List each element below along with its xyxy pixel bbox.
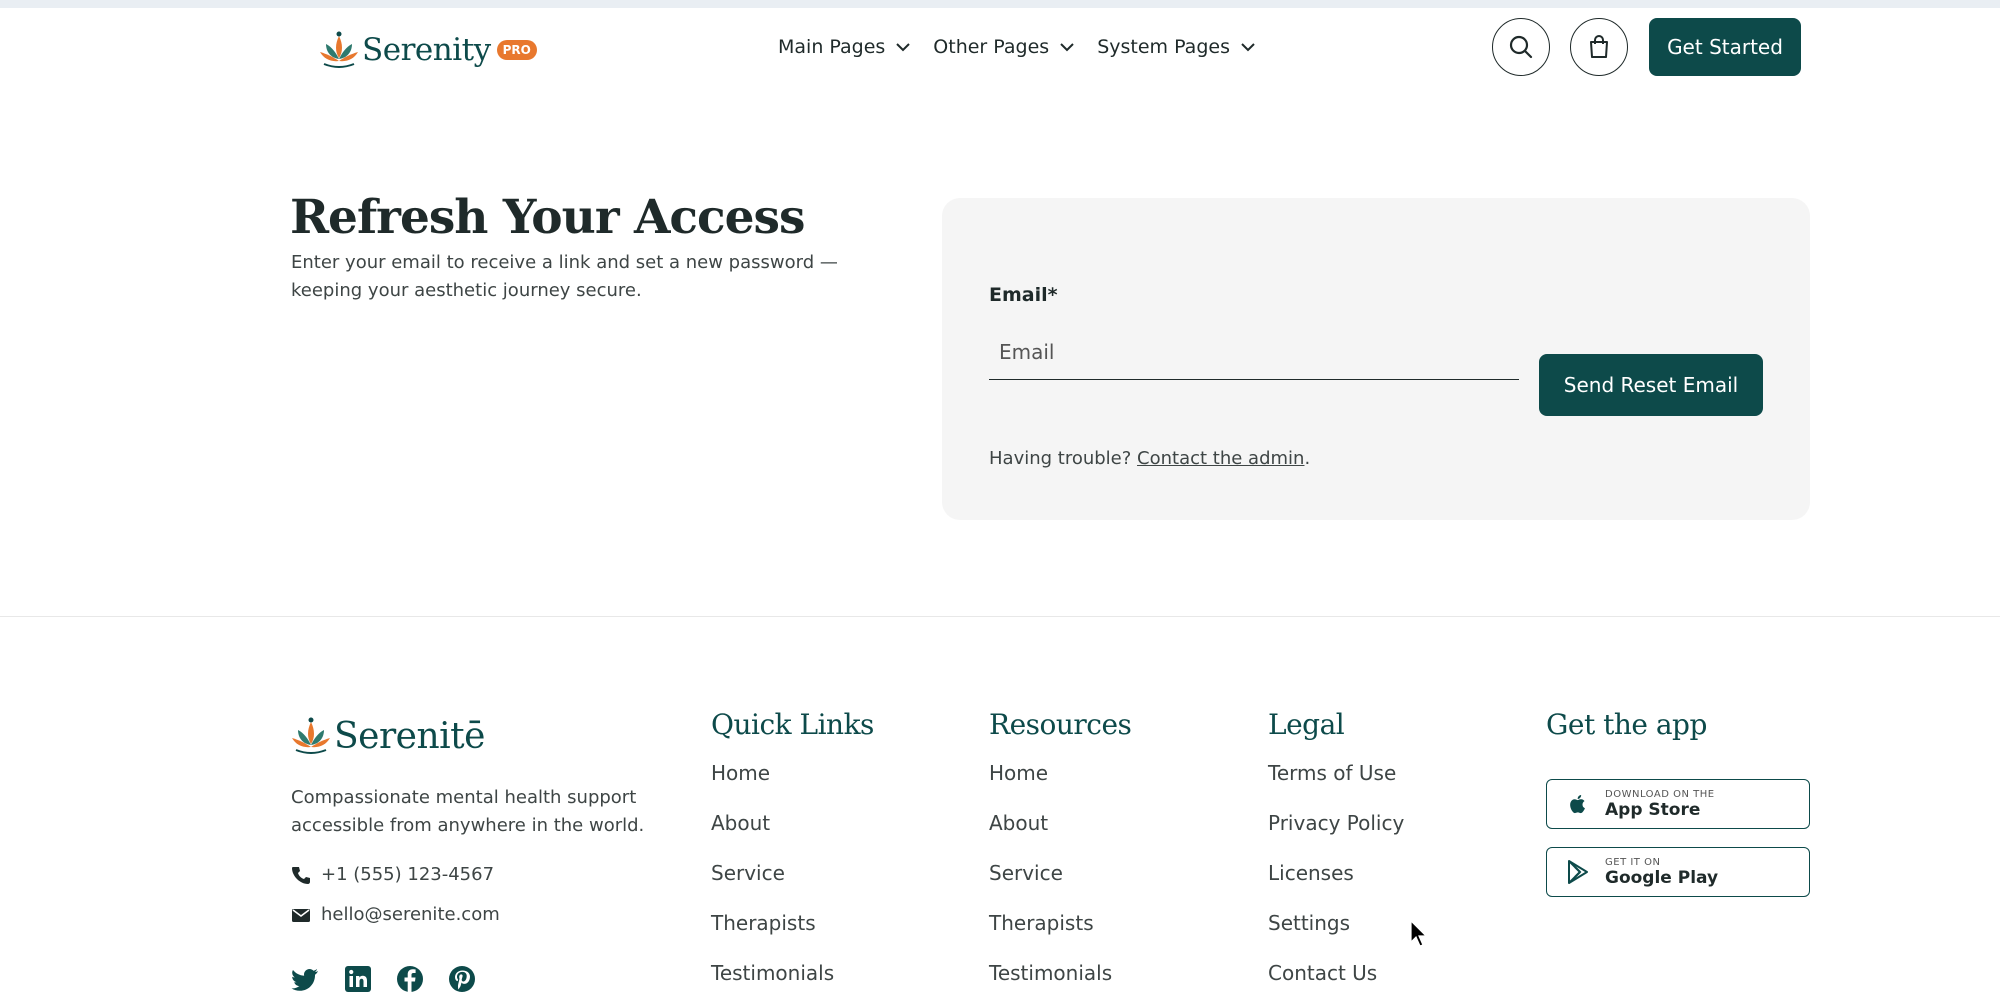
footer-logo-text: Serenitē — [334, 715, 485, 757]
app-store-small: DOWNLOAD ON THE — [1605, 788, 1715, 800]
site-header: Serenity PRO Main Pages Other Pages Syst… — [0, 8, 2000, 86]
footer-link[interactable]: Service — [989, 855, 1131, 905]
linkedin-icon[interactable] — [343, 964, 373, 994]
footer-link[interactable]: Privacy Policy — [1268, 805, 1404, 855]
chevron-down-icon — [1060, 43, 1074, 52]
apple-icon — [1570, 795, 1585, 814]
footer-link[interactable]: Contact Us — [1268, 955, 1404, 1000]
footer-get-app: Get the app — [1546, 708, 1707, 755]
page-subtitle: Enter your email to receive a link and s… — [291, 252, 838, 301]
shopping-bag-icon — [1590, 35, 1608, 58]
legal-title: Legal — [1268, 708, 1345, 741]
footer-link[interactable]: Home — [989, 755, 1131, 805]
mouse-cursor-icon — [1410, 920, 1428, 947]
cart-button[interactable] — [1570, 18, 1628, 76]
footer-link[interactable]: Therapists — [711, 905, 874, 955]
google-play-text: GET IT ON Google Play — [1605, 857, 1718, 888]
get-started-button[interactable]: Get Started — [1649, 18, 1801, 76]
quick-links-title: Quick Links — [711, 708, 874, 741]
browser-top-strip — [0, 0, 2000, 8]
logo-text: Serenity — [362, 32, 491, 68]
page-title: Refresh Your Access — [290, 190, 805, 245]
lotus-logo-icon — [292, 717, 330, 754]
google-play-icon — [1568, 860, 1588, 884]
resources-title: Resources — [989, 708, 1132, 741]
chevron-down-icon — [1241, 43, 1255, 52]
email-text: hello@serenite.com — [321, 904, 500, 925]
footer-link[interactable]: Testimonials — [711, 955, 874, 1000]
contact-admin-link[interactable]: Contact the admin — [1137, 448, 1304, 469]
email-input[interactable] — [989, 324, 1519, 380]
phone-icon — [292, 866, 310, 884]
mail-icon — [292, 908, 310, 922]
footer-quick-links: Quick Links Home About Service Therapist… — [711, 708, 874, 1000]
nav-label: Other Pages — [933, 36, 1050, 58]
footer-link[interactable]: Terms of Use — [1268, 755, 1404, 805]
pinterest-icon[interactable] — [447, 964, 477, 994]
footer-email[interactable]: hello@serenite.com — [291, 904, 500, 925]
footer-description: Compassionate mental health support acce… — [291, 787, 645, 836]
trouble-text: Having trouble? Contact the admin. — [989, 448, 1310, 469]
google-play-button[interactable]: GET IT ON Google Play — [1546, 847, 1810, 897]
footer-logo[interactable]: Serenitē — [290, 715, 485, 757]
footer-resources: Resources Home About Service Therapists … — [989, 708, 1132, 1000]
nav-label: Main Pages — [778, 36, 886, 58]
footer-link[interactable]: Service — [711, 855, 874, 905]
nav-main-pages[interactable]: Main Pages — [778, 36, 911, 58]
app-store-text: DOWNLOAD ON THE App Store — [1605, 789, 1715, 820]
footer-legal: Legal Terms of Use Privacy Policy Licens… — [1268, 708, 1404, 1000]
pro-badge: PRO — [496, 40, 537, 60]
phone-text: +1 (555) 123-4567 — [321, 864, 495, 885]
footer-link[interactable]: Testimonials — [989, 955, 1131, 1000]
search-button[interactable] — [1492, 18, 1550, 76]
footer-link[interactable]: Settings — [1268, 905, 1404, 955]
site-logo[interactable]: Serenity PRO — [318, 30, 537, 70]
nav-label: System Pages — [1097, 36, 1230, 58]
search-icon — [1509, 35, 1533, 59]
nav-system-pages[interactable]: System Pages — [1097, 36, 1256, 58]
footer-link[interactable]: About — [989, 805, 1131, 855]
email-label: Email* — [989, 284, 1058, 306]
footer-link[interactable]: Licenses — [1268, 855, 1404, 905]
lotus-logo-icon — [320, 31, 358, 68]
social-links — [291, 964, 477, 994]
twitter-icon[interactable] — [291, 964, 321, 994]
footer-link[interactable]: Therapists — [989, 905, 1131, 955]
facebook-icon[interactable] — [395, 964, 425, 994]
footer-phone[interactable]: +1 (555) 123-4567 — [291, 864, 494, 885]
get-app-title: Get the app — [1546, 708, 1707, 741]
trouble-suffix: . — [1304, 448, 1311, 469]
app-store-button[interactable]: DOWNLOAD ON THE App Store — [1546, 779, 1810, 829]
trouble-prefix: Having trouble? — [989, 448, 1138, 469]
section-divider — [0, 616, 2000, 617]
footer-link[interactable]: About — [711, 805, 874, 855]
reset-form-card: Email* Send Reset Email Having trouble? … — [942, 198, 1810, 520]
google-play-small: GET IT ON — [1605, 856, 1661, 868]
send-reset-email-button[interactable]: Send Reset Email — [1539, 354, 1763, 416]
main-nav: Main Pages Other Pages System Pages — [778, 36, 1256, 58]
footer-link[interactable]: Home — [711, 755, 874, 805]
nav-other-pages[interactable]: Other Pages — [933, 36, 1075, 58]
google-play-big: Google Play — [1605, 867, 1719, 888]
app-store-big: App Store — [1605, 799, 1701, 820]
chevron-down-icon — [896, 43, 911, 52]
